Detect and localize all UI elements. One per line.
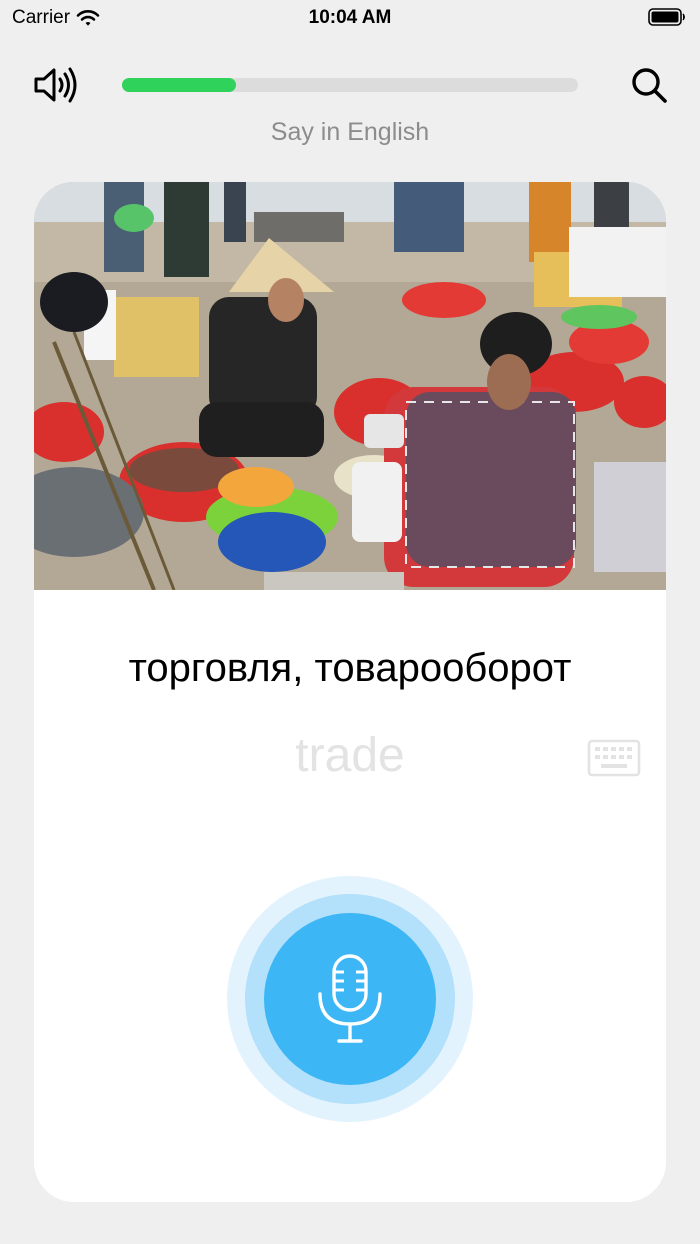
speaker-icon	[34, 67, 77, 103]
word-image	[34, 182, 666, 590]
progress-bar	[122, 78, 578, 92]
status-time: 10:04 AM	[308, 7, 392, 28]
prompt-word: торговля, товарооборот	[128, 646, 572, 690]
instruction-label: Say in English	[270, 118, 430, 146]
exercise-card: торговля, товарооборот trade	[34, 182, 666, 1202]
status-bar: Carrier 10:04 AM	[0, 0, 700, 36]
search-icon	[632, 68, 667, 103]
microphone-icon	[318, 954, 382, 1043]
search-button[interactable]	[624, 62, 674, 108]
answer-word: trade	[295, 729, 405, 782]
keyboard-button[interactable]	[586, 738, 642, 778]
wifi-icon	[76, 10, 100, 26]
progress-fill	[122, 78, 236, 92]
carrier-group: Carrier	[12, 7, 100, 29]
sound-button[interactable]	[30, 64, 82, 106]
mic-button[interactable]	[264, 913, 436, 1085]
battery-icon	[648, 8, 685, 26]
keyboard-icon	[587, 739, 641, 777]
carrier-label: Carrier	[12, 7, 71, 28]
